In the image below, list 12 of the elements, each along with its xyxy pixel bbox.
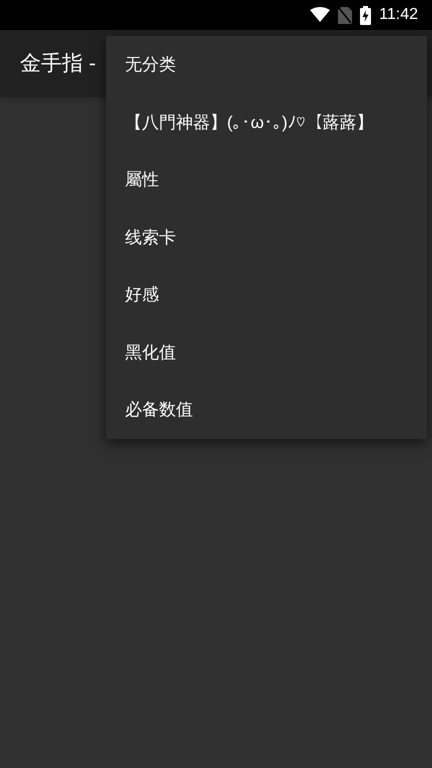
menu-item[interactable]: 必备数值: [106, 381, 427, 438]
menu-item[interactable]: 【八門神器】(｡･ω･｡)ﾉ♡【蕗蕗】: [106, 94, 427, 151]
wifi-icon: [310, 7, 330, 23]
menu-item[interactable]: 线索卡: [106, 208, 427, 266]
menu-item[interactable]: 无分类: [106, 36, 427, 94]
menu-item[interactable]: 黑化值: [106, 324, 427, 381]
battery-charging-icon: [360, 6, 372, 24]
no-sim-icon: [338, 6, 352, 24]
menu-item[interactable]: 屬性: [106, 151, 427, 208]
status-time: 11:42: [379, 5, 418, 25]
app-title: 金手指 -: [20, 50, 96, 77]
menu-item[interactable]: 好感: [106, 266, 427, 324]
